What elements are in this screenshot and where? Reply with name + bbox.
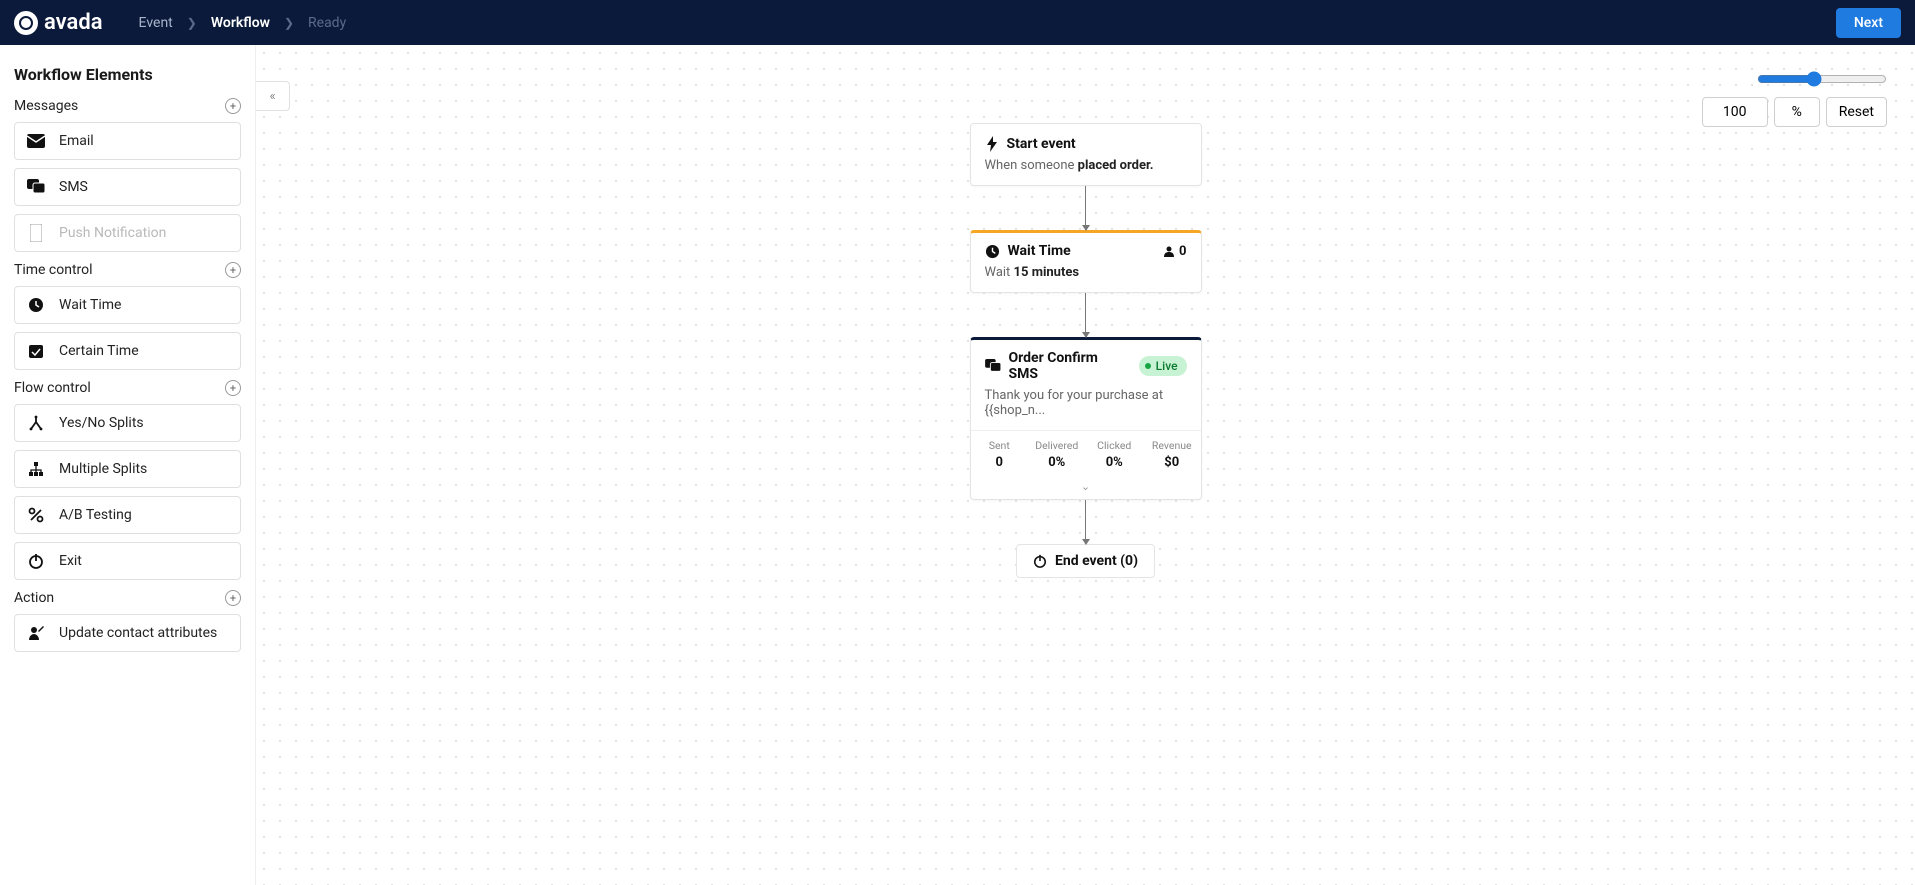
- user-edit-icon: [27, 624, 45, 642]
- element-sms[interactable]: SMS: [14, 168, 241, 206]
- sidebar: Workflow Elements Messages + Email SMS P…: [0, 45, 256, 885]
- metric-clicked-label: Clicked: [1086, 439, 1144, 452]
- node-order-confirm-sms[interactable]: Order Confirm SMS Live Thank you for you…: [970, 337, 1202, 500]
- element-exit[interactable]: Exit: [14, 542, 241, 580]
- node-sms-title: Order Confirm SMS: [1009, 350, 1131, 382]
- node-wait-body-pre: Wait: [985, 265, 1014, 280]
- element-wait-label: Wait Time: [59, 297, 121, 313]
- calendar-icon: [27, 342, 45, 360]
- metric-delivered-label: Delivered: [1028, 439, 1086, 452]
- add-flow-icon[interactable]: +: [225, 380, 241, 396]
- power-icon: [27, 552, 45, 570]
- node-start-desc-bold: placed order.: [1078, 158, 1154, 173]
- breadcrumb-event[interactable]: Event: [139, 15, 173, 31]
- lightning-icon: [985, 136, 999, 152]
- element-ab-label: A/B Testing: [59, 507, 132, 523]
- node-wait-title: Wait Time: [1008, 243, 1071, 259]
- node-start-desc-pre: When someone: [985, 158, 1078, 173]
- add-action-icon[interactable]: +: [225, 590, 241, 606]
- element-wait-time[interactable]: Wait Time: [14, 286, 241, 324]
- add-time-icon[interactable]: +: [225, 262, 241, 278]
- topbar: avada Event ❯ Workflow ❯ Ready Next: [0, 0, 1915, 45]
- breadcrumb: Event ❯ Workflow ❯ Ready: [139, 15, 347, 31]
- metric-revenue-value: $0: [1143, 455, 1201, 470]
- zoom-percent-label: %: [1774, 97, 1820, 127]
- element-push-label: Push Notification: [59, 225, 166, 241]
- node-wait-body-bold: 15 minutes: [1014, 265, 1080, 280]
- metric-sent-label: Sent: [971, 439, 1029, 452]
- node-start-title: Start event: [1007, 136, 1076, 152]
- node-sms-preview: Thank you for your purchase at {{shop_n.…: [985, 388, 1164, 418]
- brand-logo: avada: [14, 10, 103, 35]
- section-action-title: Action: [14, 590, 54, 606]
- add-message-icon[interactable]: +: [225, 98, 241, 114]
- multi-split-icon: [27, 460, 45, 478]
- section-flow-head: Flow control +: [14, 380, 241, 396]
- section-flow-title: Flow control: [14, 380, 91, 396]
- element-yesno-label: Yes/No Splits: [59, 415, 144, 431]
- section-messages-head: Messages +: [14, 98, 241, 114]
- node-sms-metrics: Sent0 Delivered0% Clicked0% Revenue$0: [971, 430, 1201, 480]
- element-multi-label: Multiple Splits: [59, 461, 147, 477]
- metric-clicked-value: 0%: [1086, 455, 1144, 470]
- element-yesno-splits[interactable]: Yes/No Splits: [14, 404, 241, 442]
- node-start-event[interactable]: Start event When someone placed order.: [970, 123, 1202, 186]
- sms-icon: [985, 359, 1001, 373]
- chevron-right-icon: ❯: [284, 16, 294, 30]
- canvas[interactable]: « % Reset Start event When someone place…: [256, 45, 1915, 885]
- connector: [1085, 500, 1086, 544]
- section-action-head: Action +: [14, 590, 241, 606]
- phone-icon: [27, 224, 45, 242]
- section-messages-title: Messages: [14, 98, 78, 114]
- section-time-head: Time control +: [14, 262, 241, 278]
- clock-icon: [27, 296, 45, 314]
- element-update-label: Update contact attributes: [59, 625, 217, 641]
- element-sms-label: SMS: [59, 179, 88, 195]
- user-icon: [1163, 245, 1175, 257]
- connector: [1085, 186, 1086, 230]
- zoom-controls: % Reset: [1702, 71, 1887, 127]
- brand-logo-icon: [14, 11, 38, 35]
- element-email[interactable]: Email: [14, 122, 241, 160]
- breadcrumb-workflow[interactable]: Workflow: [211, 15, 270, 31]
- percent-icon: [27, 506, 45, 524]
- brand-name: avada: [44, 10, 103, 35]
- next-button[interactable]: Next: [1836, 8, 1901, 38]
- collapse-sidebar-button[interactable]: «: [256, 81, 290, 111]
- zoom-input[interactable]: [1702, 97, 1768, 127]
- sms-icon: [27, 178, 45, 196]
- node-end-event[interactable]: End event (0): [1016, 544, 1155, 578]
- element-certain-label: Certain Time: [59, 343, 139, 359]
- clock-icon: [985, 244, 1000, 259]
- power-icon: [1033, 554, 1047, 568]
- split-icon: [27, 414, 45, 432]
- element-ab-testing[interactable]: A/B Testing: [14, 496, 241, 534]
- chevron-down-icon[interactable]: ⌄: [971, 480, 1201, 499]
- node-wait-count: 0: [1163, 244, 1186, 259]
- element-exit-label: Exit: [59, 553, 82, 569]
- zoom-slider[interactable]: [1757, 71, 1887, 87]
- node-wait-time[interactable]: Wait Time 0 Wait 15 minutes: [970, 230, 1202, 293]
- element-multiple-splits[interactable]: Multiple Splits: [14, 450, 241, 488]
- element-email-label: Email: [59, 133, 94, 149]
- node-end-label: End event (0): [1055, 553, 1138, 569]
- chevron-right-icon: ❯: [187, 16, 197, 30]
- connector: [1085, 293, 1086, 337]
- metric-revenue-label: Revenue: [1143, 439, 1201, 452]
- email-icon: [27, 132, 45, 150]
- element-certain-time[interactable]: Certain Time: [14, 332, 241, 370]
- metric-sent-value: 0: [971, 455, 1029, 470]
- status-badge-live: Live: [1139, 356, 1187, 376]
- sidebar-title: Workflow Elements: [14, 65, 241, 84]
- element-push: Push Notification: [14, 214, 241, 252]
- metric-delivered-value: 0%: [1028, 455, 1086, 470]
- zoom-reset-button[interactable]: Reset: [1826, 97, 1887, 127]
- element-update-contact[interactable]: Update contact attributes: [14, 614, 241, 652]
- section-time-title: Time control: [14, 262, 93, 278]
- breadcrumb-ready: Ready: [308, 15, 346, 31]
